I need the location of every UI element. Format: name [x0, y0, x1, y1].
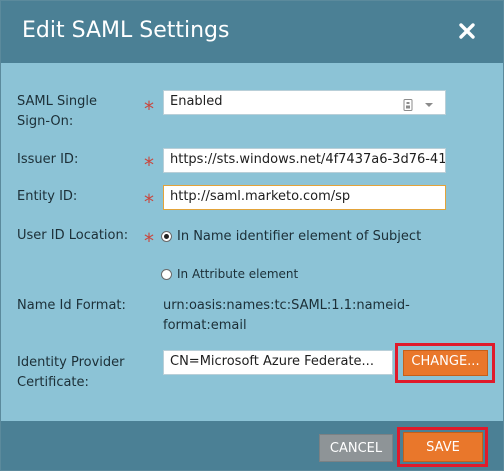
- edit-saml-settings-dialog: Edit SAML Settings SAML Single Sign-On: …: [0, 0, 504, 471]
- highlight-box: [395, 343, 495, 383]
- close-icon[interactable]: [456, 20, 478, 42]
- dialog-body: SAML Single Sign-On: * Enabled Issuer ID…: [1, 63, 503, 421]
- cancel-button[interactable]: CANCEL: [319, 434, 393, 462]
- name-id-format-label: Name Id Format:: [17, 298, 126, 313]
- entity-id-label: Entity ID:: [17, 189, 78, 204]
- issuer-id-label: Issuer ID:: [17, 152, 79, 167]
- issuer-id-input[interactable]: https://sts.windows.net/4f7437a6-3d76-41: [163, 148, 446, 173]
- entity-id-input[interactable]: http://saml.marketo.com/sp: [163, 185, 446, 210]
- radio-button-checked[interactable]: [161, 231, 172, 242]
- radio-button-unchecked[interactable]: [161, 269, 172, 280]
- required-marker: *: [144, 190, 154, 214]
- dialog-footer: CANCEL SAVE: [1, 421, 503, 470]
- sso-select[interactable]: Enabled: [163, 90, 446, 115]
- required-marker: *: [144, 153, 154, 177]
- select-indicator: [403, 97, 437, 111]
- sso-select-value: Enabled: [170, 94, 223, 109]
- name-id-format-value-line2: format:email: [163, 318, 247, 333]
- radio-label-name-identifier: In Name identifier element of Subject: [177, 229, 422, 244]
- radio-name-identifier[interactable]: In Name identifier element of Subject: [161, 228, 421, 246]
- user-id-location-label: User ID Location:: [17, 228, 129, 243]
- certificate-label-line1: Identity Provider: [17, 355, 125, 370]
- radio-label-attribute-element: In Attribute element: [177, 267, 299, 281]
- dialog-header: Edit SAML Settings: [1, 1, 503, 63]
- certificate-label-line2: Certificate:: [17, 375, 89, 390]
- radio-attribute-element[interactable]: In Attribute element: [161, 265, 298, 283]
- sso-label-line1: SAML Single: [17, 94, 97, 109]
- dialog-title: Edit SAML Settings: [22, 18, 230, 43]
- required-marker: *: [144, 229, 154, 253]
- required-marker: *: [144, 97, 154, 121]
- highlight-box: [397, 427, 488, 467]
- name-id-format-value-line1: urn:oasis:names:tc:SAML:1.1:nameid-: [163, 298, 410, 313]
- sso-label-line2: Sign-On:: [17, 114, 74, 129]
- certificate-value: CN=Microsoft Azure Federate...: [163, 350, 393, 375]
